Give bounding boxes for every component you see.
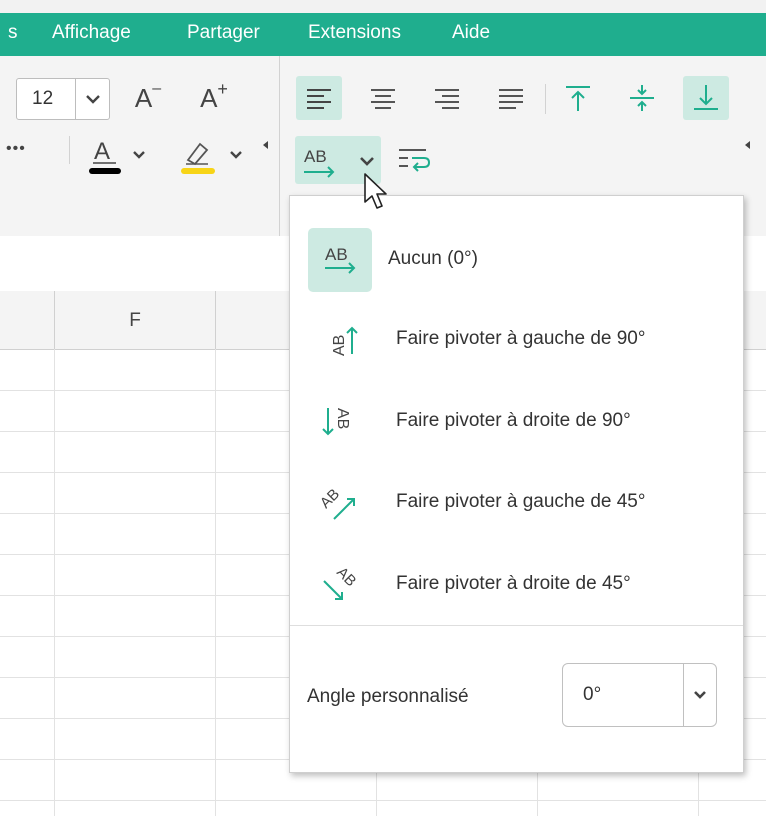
align-right-icon bbox=[435, 89, 459, 109]
scroll-left-arrow-icon[interactable] bbox=[744, 140, 752, 150]
chevron-down-icon[interactable] bbox=[131, 148, 147, 162]
svg-text:AB: AB bbox=[333, 565, 359, 590]
menu-item-partager[interactable]: Partager bbox=[187, 22, 260, 44]
custom-angle-select[interactable]: 0° bbox=[562, 663, 717, 727]
custom-angle-value[interactable]: 0° bbox=[583, 684, 601, 706]
menu-item-affichage[interactable]: Affichage bbox=[52, 22, 131, 44]
font-color-icon: A bbox=[89, 138, 121, 174]
align-top-icon bbox=[566, 86, 590, 111]
decrease-font-button[interactable]: A – bbox=[124, 76, 172, 120]
chevron-down-icon bbox=[86, 95, 100, 104]
svg-text:A: A bbox=[94, 138, 110, 165]
align-left-icon bbox=[307, 89, 331, 109]
mouse-cursor-icon bbox=[364, 173, 387, 209]
menu-item-aide[interactable]: Aide bbox=[452, 22, 490, 44]
rotation-option-right-45[interactable]: AB Faire pivoter à droite de 45° bbox=[290, 545, 743, 613]
column-header[interactable] bbox=[0, 291, 55, 350]
custom-angle-dropdown-button[interactable] bbox=[683, 664, 717, 726]
scroll-left-arrow-icon[interactable] bbox=[262, 140, 270, 150]
align-center-button[interactable] bbox=[360, 76, 406, 120]
menu-separator bbox=[290, 625, 743, 626]
rotation-option-left-90[interactable]: AB Faire pivoter à gauche de 90° bbox=[290, 300, 743, 368]
menu-item-extensions[interactable]: Extensions bbox=[308, 22, 401, 44]
highlighter-icon bbox=[181, 142, 215, 174]
align-left-button[interactable] bbox=[296, 76, 342, 120]
align-right-button[interactable] bbox=[424, 76, 470, 120]
align-bottom-icon bbox=[694, 85, 718, 110]
justify-button[interactable] bbox=[488, 76, 534, 120]
more-options-button[interactable]: ••• bbox=[6, 140, 26, 158]
rotate-right-90-icon: AB bbox=[308, 390, 372, 454]
text-no-rotation-icon: AB bbox=[308, 228, 372, 292]
font-size-dropdown-button[interactable] bbox=[75, 79, 110, 119]
rotation-option-none[interactable]: AB Aucun (0°) bbox=[290, 220, 743, 292]
rotate-left-45-icon: AB bbox=[308, 471, 372, 535]
wrap-text-icon bbox=[399, 149, 431, 172]
rotation-option-label: Aucun (0°) bbox=[388, 248, 478, 269]
decrease-font-icon: A bbox=[134, 82, 153, 113]
toolbar-separator bbox=[69, 136, 70, 164]
font-size-select[interactable]: 12 bbox=[16, 78, 110, 120]
svg-text:AB: AB bbox=[331, 335, 348, 356]
rotate-left-90-icon: AB bbox=[308, 308, 372, 372]
svg-text:AB: AB bbox=[318, 486, 343, 512]
highlight-color-button[interactable] bbox=[176, 132, 220, 178]
justify-icon bbox=[499, 89, 523, 109]
menu-bar: s Affichage Partager Extensions Aide bbox=[0, 0, 766, 56]
text-rotation-menu: AB Aucun (0°) AB Faire pivoter à gauche … bbox=[289, 195, 744, 773]
rotation-option-label: Faire pivoter à gauche de 90° bbox=[396, 328, 646, 349]
align-middle-button[interactable] bbox=[619, 76, 665, 120]
wrap-text-button[interactable] bbox=[394, 140, 434, 180]
align-middle-icon bbox=[630, 85, 654, 111]
align-center-icon bbox=[371, 89, 395, 109]
rotation-option-left-45[interactable]: AB Faire pivoter à gauche de 45° bbox=[290, 463, 743, 531]
increase-font-button[interactable]: A + bbox=[190, 76, 238, 120]
font-color-button[interactable]: A bbox=[84, 132, 128, 178]
svg-text:AB: AB bbox=[334, 408, 351, 429]
chevron-down-icon[interactable] bbox=[228, 148, 244, 162]
font-size-value: 12 bbox=[32, 88, 54, 109]
menu-item-partial[interactable]: s bbox=[8, 22, 18, 44]
rotate-right-45-icon: AB bbox=[308, 553, 372, 617]
toolbar-group-separator bbox=[279, 56, 280, 236]
rotation-option-right-90[interactable]: AB Faire pivoter à droite de 90° bbox=[290, 382, 743, 450]
custom-angle-label: Angle personnalisé bbox=[307, 686, 469, 707]
svg-text:AB: AB bbox=[304, 147, 327, 166]
svg-text:AB: AB bbox=[325, 245, 348, 264]
align-top-button[interactable] bbox=[555, 76, 601, 120]
chevron-down-icon bbox=[694, 691, 706, 699]
rotation-option-label: Faire pivoter à gauche de 45° bbox=[396, 491, 646, 512]
rotation-option-label: Faire pivoter à droite de 45° bbox=[396, 573, 631, 594]
increase-font-icon: A bbox=[200, 82, 218, 113]
rotation-option-label: Faire pivoter à droite de 90° bbox=[396, 410, 631, 431]
align-bottom-button[interactable] bbox=[683, 76, 729, 120]
column-header-f[interactable]: F bbox=[55, 291, 216, 350]
chevron-down-icon bbox=[360, 157, 374, 166]
toolbar-separator bbox=[545, 84, 546, 114]
